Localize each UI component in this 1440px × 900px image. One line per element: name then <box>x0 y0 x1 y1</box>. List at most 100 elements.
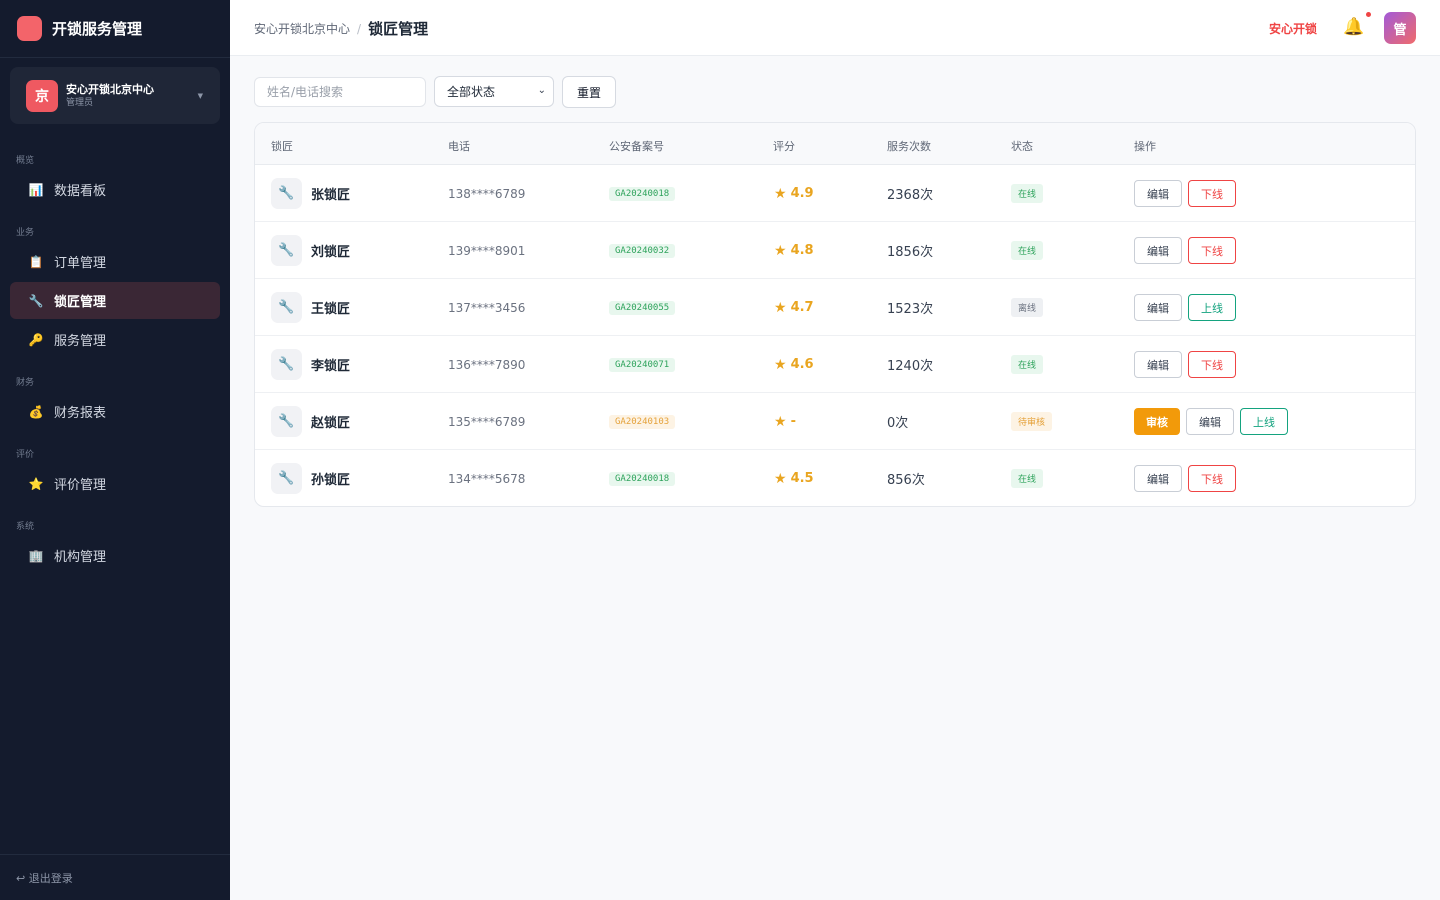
reset-button[interactable]: 重置 <box>562 76 616 108</box>
nav-group-finance: 财务 <box>16 378 35 388</box>
bell-icon[interactable]: 🔔 <box>1343 17 1364 37</box>
clipboard-icon: 📋 <box>28 254 44 269</box>
phone-number: 135****6789 <box>448 414 526 429</box>
wrench-icon: 🔧 <box>271 349 302 380</box>
column-header: 电话 <box>448 140 470 153</box>
status-badge: 在线 <box>1011 184 1044 203</box>
sidebar-item-label: 数据看板 <box>54 184 107 199</box>
avatar[interactable]: 管 <box>1384 12 1416 44</box>
sidebar: 开锁服务管理 京 安心开锁北京中心 管理员 ▼ 概览 📊 数据看板 业务 📋 订… <box>0 0 230 900</box>
table-header: 锁匠 电话 公安备案号 评分 服务次数 状态 操作 <box>255 123 1415 165</box>
sidebar-item-locksmiths[interactable]: 🔧 锁匠管理 <box>10 282 220 319</box>
chevron-down-icon: ⌄ <box>537 85 546 96</box>
sidebar-item-dashboard[interactable]: 📊 数据看板 <box>10 171 220 208</box>
rating-cell: ★ - <box>774 393 796 450</box>
phone-cell: 135****6789 <box>448 393 525 450</box>
service-count-cell: 1856次 <box>887 222 933 279</box>
status-cell: 在线 <box>1011 165 1044 222</box>
actions-cell: 编辑 下线 <box>1134 165 1242 222</box>
wrench-icon: 🔧 <box>271 463 302 494</box>
phone-number: 138****6789 <box>448 186 526 201</box>
breadcrumb-separator: / <box>357 21 362 36</box>
bring-online-button[interactable]: 上线 <box>1240 408 1288 435</box>
approve-button[interactable]: 审核 <box>1134 408 1180 435</box>
table-row: 🔧 李锁匠 136****7890 GA20240071 ★ 4.6 1240次 在线 编辑 下线 <box>255 336 1415 393</box>
edit-button[interactable]: 编辑 <box>1134 237 1182 264</box>
wrench-icon: 🔧 <box>271 406 302 437</box>
bring-online-button[interactable]: 上线 <box>1188 294 1236 321</box>
nav-group-reviews: 评价 <box>16 450 35 460</box>
service-count: 1523次 <box>887 302 934 317</box>
locksmith-name: 李锁匠 <box>311 359 351 374</box>
edit-button[interactable]: 编辑 <box>1134 180 1182 207</box>
sidebar-item-orders[interactable]: 📋 订单管理 <box>10 243 220 280</box>
breadcrumb-parent[interactable]: 安心开锁北京中心 <box>254 20 350 37</box>
chart-icon: 📊 <box>28 182 44 197</box>
rating-score: 4.8 <box>790 243 814 258</box>
search-input[interactable] <box>254 77 426 107</box>
nav-group-business: 业务 <box>16 228 35 238</box>
org-avatar: 京 <box>26 79 58 112</box>
service-count-cell: 2368次 <box>887 165 933 222</box>
rating-score: 4.7 <box>790 300 814 315</box>
column-header: 锁匠 <box>271 140 293 153</box>
actions-cell: 编辑 下线 <box>1134 222 1242 279</box>
status-cell: 在线 <box>1011 450 1044 506</box>
status-cell: 在线 <box>1011 222 1044 279</box>
rating-score: 4.5 <box>790 471 814 486</box>
record-cell: GA20240071 <box>609 336 676 393</box>
record-cell: GA20240103 <box>609 393 676 450</box>
status-badge: 在线 <box>1011 241 1044 260</box>
status-badge: 在线 <box>1011 355 1044 374</box>
edit-button[interactable]: 编辑 <box>1134 351 1182 378</box>
service-count-cell: 0次 <box>887 393 908 450</box>
star-icon: ★ <box>774 413 787 430</box>
rating-cell: ★ 4.7 <box>774 279 814 336</box>
locksmith-table: 锁匠 电话 公安备案号 评分 服务次数 状态 操作 🔧 张锁匠 138****678… <box>254 122 1416 507</box>
table-row: 🔧 赵锁匠 135****6789 GA20240103 ★ - 0次 待审核 审核 编辑 上线 <box>255 393 1415 450</box>
column-header: 评分 <box>773 140 795 153</box>
edit-button[interactable]: 编辑 <box>1186 408 1234 435</box>
edit-button[interactable]: 编辑 <box>1134 465 1182 492</box>
phone-cell: 138****6789 <box>448 165 525 222</box>
locksmith-cell: 🔧 李锁匠 <box>271 336 350 393</box>
take-offline-button[interactable]: 下线 <box>1188 465 1236 492</box>
rating-cell: ★ 4.9 <box>774 165 814 222</box>
sidebar-item-reviews[interactable]: ⭐ 评价管理 <box>10 465 220 502</box>
sidebar-item-services[interactable]: 🔑 服务管理 <box>10 321 220 358</box>
sidebar-item-organizations[interactable]: 🏢 机构管理 <box>10 537 220 574</box>
actions-cell: 编辑 上线 <box>1134 279 1242 336</box>
status-badge: 在线 <box>1011 469 1044 488</box>
take-offline-button[interactable]: 下线 <box>1188 180 1236 207</box>
sidebar-item-label: 机构管理 <box>54 550 107 565</box>
record-cell: GA20240018 <box>609 450 676 506</box>
money-bag-icon: 💰 <box>28 404 44 419</box>
org-switcher[interactable]: 京 安心开锁北京中心 管理员 ▼ <box>10 67 220 124</box>
table-row: 🔧 张锁匠 138****6789 GA20240018 ★ 4.9 2368次 在线 编辑 下线 <box>255 165 1415 222</box>
edit-button[interactable]: 编辑 <box>1134 294 1182 321</box>
status-badge: 待审核 <box>1011 412 1053 431</box>
status-filter-select[interactable]: 全部状态 ⌄ <box>434 76 554 107</box>
locksmith-cell: 🔧 刘锁匠 <box>271 222 350 279</box>
service-count: 0次 <box>887 416 909 431</box>
sidebar-item-label: 财务报表 <box>54 406 107 421</box>
service-count: 1240次 <box>887 359 934 374</box>
take-offline-button[interactable]: 下线 <box>1188 237 1236 264</box>
take-offline-button[interactable]: 下线 <box>1188 351 1236 378</box>
sidebar-item-finance-report[interactable]: 💰 财务报表 <box>10 393 220 430</box>
page-title: 锁匠管理 <box>368 20 429 38</box>
brand-link[interactable]: 安心开锁 <box>1269 20 1317 37</box>
column-header: 操作 <box>1134 140 1156 153</box>
sidebar-item-label: 锁匠管理 <box>54 295 107 310</box>
phone-cell: 134****5678 <box>448 450 525 506</box>
actions-cell: 审核 编辑 上线 <box>1134 393 1294 450</box>
locksmith-cell: 🔧 王锁匠 <box>271 279 350 336</box>
record-cell: GA20240018 <box>609 165 676 222</box>
record-number-badge: GA20240055 <box>609 300 676 315</box>
table-row: 🔧 刘锁匠 139****8901 GA20240032 ★ 4.8 1856次 在线 编辑 下线 <box>255 222 1415 279</box>
star-icon: ★ <box>774 185 787 202</box>
logout-button[interactable]: ↩ 退出登录 <box>0 854 230 900</box>
phone-number: 139****8901 <box>448 243 526 258</box>
table-row: 🔧 孙锁匠 134****5678 GA20240018 ★ 4.5 856次 在线 编辑 下线 <box>255 450 1415 506</box>
service-count-cell: 1240次 <box>887 336 933 393</box>
